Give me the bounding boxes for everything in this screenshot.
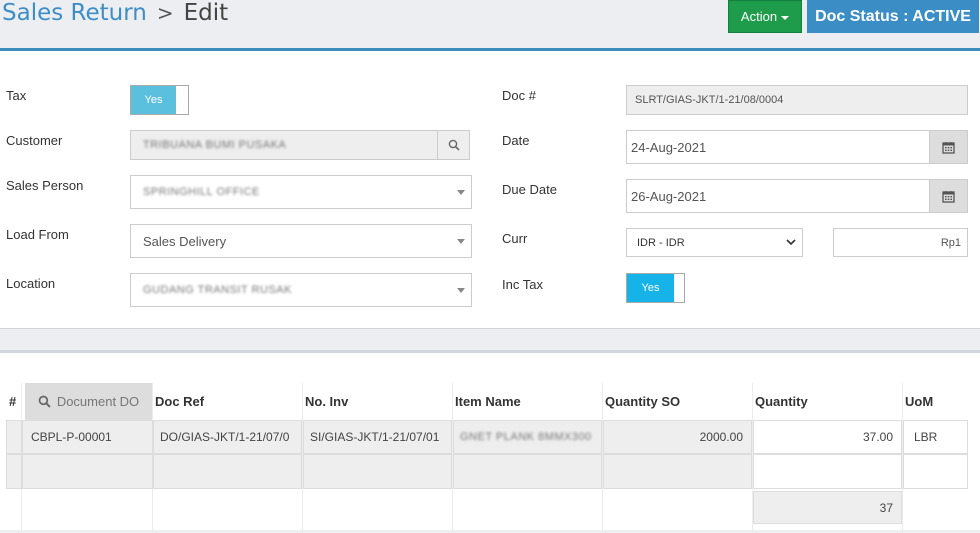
no-inv-cell xyxy=(303,454,452,489)
doc-status-badge: Doc Status : ACTIVE xyxy=(807,0,979,33)
doc-no-value: SLRT/GIAS-JKT/1-21/08/0004 xyxy=(635,94,784,106)
caret-down-icon xyxy=(781,15,790,20)
load-from-label: Load From xyxy=(6,227,69,242)
quantity-input[interactable] xyxy=(753,454,902,489)
date-input[interactable]: 24-Aug-2021 xyxy=(626,130,968,164)
due-date-value: 26-Aug-2021 xyxy=(631,188,707,204)
document-do-cell[interactable]: CBPL-P-00001 xyxy=(22,420,153,454)
customer-value: TRIBUANA BUMI PUSAKA xyxy=(143,139,287,151)
qty-so-cell: 2000.00 xyxy=(603,420,752,454)
tax-toggle-on: Yes xyxy=(131,86,176,114)
qty-so-cell xyxy=(603,454,752,489)
date-value: 24-Aug-2021 xyxy=(631,139,707,155)
grid-header-no-inv: No. Inv xyxy=(305,394,349,409)
date-calendar-button[interactable] xyxy=(929,131,967,163)
grid-header-doc-ref: Doc Ref xyxy=(155,394,205,409)
search-icon xyxy=(448,139,460,151)
action-button[interactable]: Action xyxy=(728,0,802,33)
chevron-down-icon xyxy=(457,190,465,195)
breadcrumb-parent-link[interactable]: Sales Return xyxy=(2,0,147,26)
calendar-icon xyxy=(942,190,955,203)
quantity-input[interactable]: 37.00 xyxy=(753,420,902,454)
page-header: Sales Return > Edit Action Doc Status : AC… xyxy=(0,0,980,40)
sales-person-label: Sales Person xyxy=(6,178,84,193)
curr-label: Curr xyxy=(502,231,528,246)
row-index-cell xyxy=(6,454,22,489)
customer-field[interactable]: TRIBUANA BUMI PUSAKA xyxy=(130,130,470,160)
due-date-calendar-button[interactable] xyxy=(929,180,967,212)
customer-label: Customer xyxy=(6,133,63,148)
row-index-cell xyxy=(6,420,22,454)
detail-grid-panel: # Document DO Doc Ref No. Inv Item Name … xyxy=(0,350,980,533)
location-value: GUDANG TRANSIT RUSAK xyxy=(143,284,292,296)
document-do-cell[interactable] xyxy=(22,454,153,489)
tax-toggle[interactable]: Yes xyxy=(130,85,189,115)
doc-ref-cell xyxy=(153,454,302,489)
location-label: Location xyxy=(6,276,56,291)
currency-rate-value: Rp1 xyxy=(940,236,961,249)
date-label: Date xyxy=(502,133,530,148)
item-name-cell: GNET PLANK 8MMX300 xyxy=(453,420,602,454)
currency-rate-input[interactable]: Rp1 xyxy=(833,228,968,257)
inc-tax-toggle-on: Yes xyxy=(627,274,674,302)
chevron-down-icon xyxy=(786,239,796,246)
grid-header-qty-so: Quantity SO xyxy=(605,394,681,409)
inc-tax-label: Inc Tax xyxy=(502,277,543,292)
calendar-icon xyxy=(942,141,955,154)
due-date-input[interactable]: 26-Aug-2021 xyxy=(626,179,968,213)
doc-ref-cell: DO/GIAS-JKT/1-21/07/0 xyxy=(153,420,302,454)
document-do-search-header[interactable]: Document DO xyxy=(25,383,152,420)
grid-header-quantity: Quantity xyxy=(755,394,808,409)
tax-label: Tax xyxy=(6,88,27,103)
load-from-select[interactable]: Sales Delivery xyxy=(130,224,472,258)
chevron-down-icon xyxy=(457,288,465,293)
document-do-header-label: Document DO xyxy=(56,394,140,409)
search-icon xyxy=(38,395,51,408)
currency-select[interactable]: IDR - IDR xyxy=(626,228,803,257)
sales-person-value: SPRINGHILL OFFICE xyxy=(143,186,260,198)
page-title: Edit xyxy=(183,0,229,26)
action-button-label: Action xyxy=(740,9,778,24)
doc-no-field: SLRT/GIAS-JKT/1-21/08/0004 xyxy=(626,85,968,115)
currency-value: IDR - IDR xyxy=(637,236,685,249)
chevron-down-icon xyxy=(457,239,465,244)
grid-header-uom: UoM xyxy=(905,394,934,409)
breadcrumb: Sales Return > Edit xyxy=(2,0,228,26)
no-inv-cell: SI/GIAS-JKT/1-21/07/01 xyxy=(303,420,452,454)
item-name-value: GNET PLANK 8MMX300 xyxy=(460,431,592,443)
uom-cell[interactable] xyxy=(903,454,968,489)
item-name-cell xyxy=(453,454,602,489)
load-from-value: Sales Delivery xyxy=(143,233,227,249)
form-panel: Tax Yes Customer TRIBUANA BUMI PUSAKA Sa… xyxy=(0,48,980,329)
table-row-new xyxy=(6,454,968,489)
grid-header-item-name: Item Name xyxy=(455,394,521,409)
customer-search-button[interactable] xyxy=(437,131,469,159)
uom-cell[interactable]: LBR xyxy=(903,420,968,454)
grid-header-index: # xyxy=(6,383,22,420)
breadcrumb-separator: > xyxy=(156,1,174,25)
inc-tax-toggle[interactable]: Yes xyxy=(626,273,685,303)
location-select[interactable]: GUDANG TRANSIT RUSAK xyxy=(130,273,472,307)
table-row: CBPL-P-00001 DO/GIAS-JKT/1-21/07/0 SI/GI… xyxy=(6,420,968,454)
total-quantity-cell: 37 xyxy=(753,491,902,524)
sales-person-select[interactable]: SPRINGHILL OFFICE xyxy=(130,175,472,209)
doc-no-label: Doc # xyxy=(502,88,536,103)
due-date-label: Due Date xyxy=(502,182,557,197)
